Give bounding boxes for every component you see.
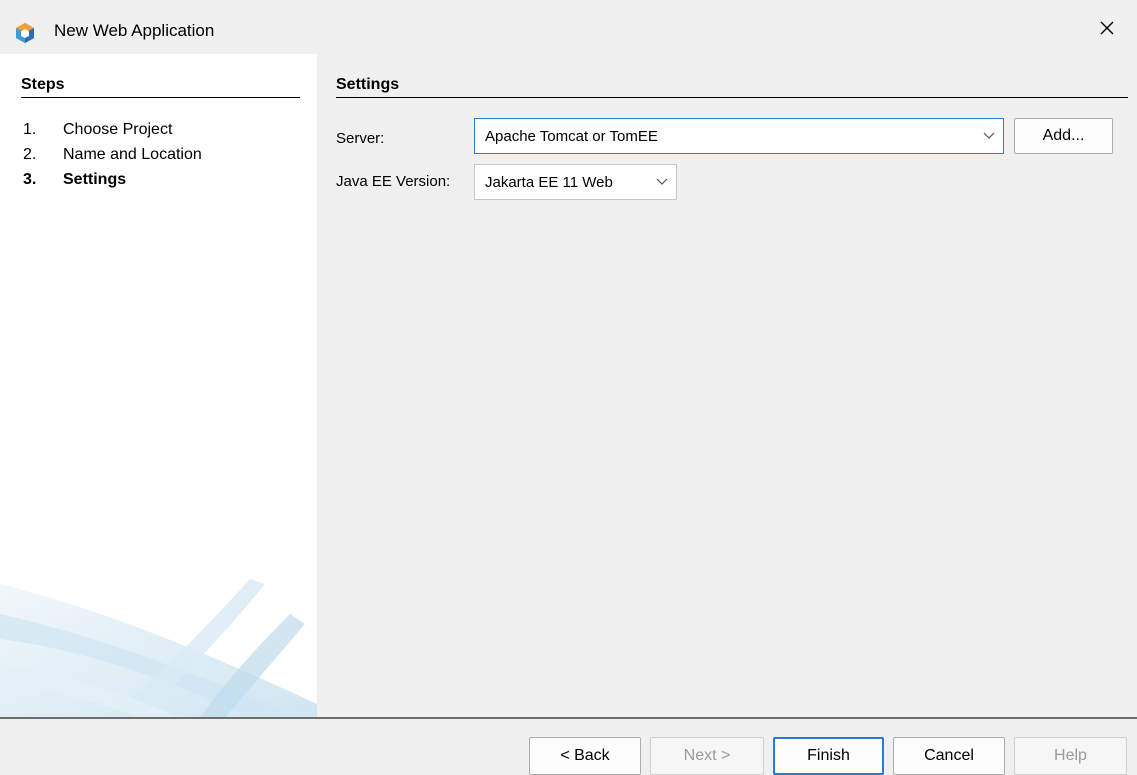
- step-item: 2. Name and Location: [23, 145, 202, 170]
- java-ee-version-label: Java EE Version:: [336, 173, 451, 190]
- step-item: 1. Choose Project: [23, 120, 202, 145]
- java-ee-version-value: Jakarta EE 11 Web: [485, 173, 613, 191]
- close-icon: [1099, 20, 1115, 41]
- title-bar: New Web Application: [0, 0, 1137, 54]
- window-title: New Web Application: [54, 21, 215, 40]
- steps-panel: Steps 1. Choose Project 2. Name and Locati…: [0, 54, 317, 718]
- next-button[interactable]: Next >: [650, 737, 764, 775]
- add-server-button[interactable]: Add...: [1014, 118, 1113, 154]
- step-label: Name and Location: [63, 146, 202, 163]
- steps-heading: Steps: [21, 76, 65, 93]
- step-number: 1.: [23, 121, 37, 138]
- server-select-value: Apache Tomcat or TomEE: [485, 127, 658, 145]
- chevron-down-icon: [648, 165, 676, 199]
- step-number: 3.: [23, 171, 37, 188]
- settings-divider: [336, 97, 1128, 98]
- java-ee-version-select[interactable]: Jakarta EE 11 Web: [474, 164, 677, 200]
- close-button[interactable]: [1085, 12, 1129, 48]
- step-number: 2.: [23, 146, 37, 163]
- help-button[interactable]: Help: [1014, 737, 1127, 775]
- cancel-button[interactable]: Cancel: [893, 737, 1005, 775]
- steps-divider: [21, 97, 300, 98]
- back-button[interactable]: < Back: [529, 737, 641, 775]
- step-item-current: 3. Settings: [23, 170, 202, 195]
- step-label: Choose Project: [63, 121, 173, 138]
- server-select[interactable]: Apache Tomcat or TomEE: [474, 118, 1004, 154]
- step-label: Settings: [63, 171, 127, 188]
- server-label: Server:: [336, 130, 385, 147]
- netbeans-cube-icon: [14, 22, 36, 44]
- chevron-down-icon: [975, 119, 1003, 153]
- finish-button[interactable]: Finish: [773, 737, 884, 775]
- settings-heading: Settings: [336, 76, 400, 93]
- steps-list: 1. Choose Project 2. Name and Location 3. S…: [23, 120, 202, 195]
- decorative-swoosh-graphic: [0, 579, 317, 718]
